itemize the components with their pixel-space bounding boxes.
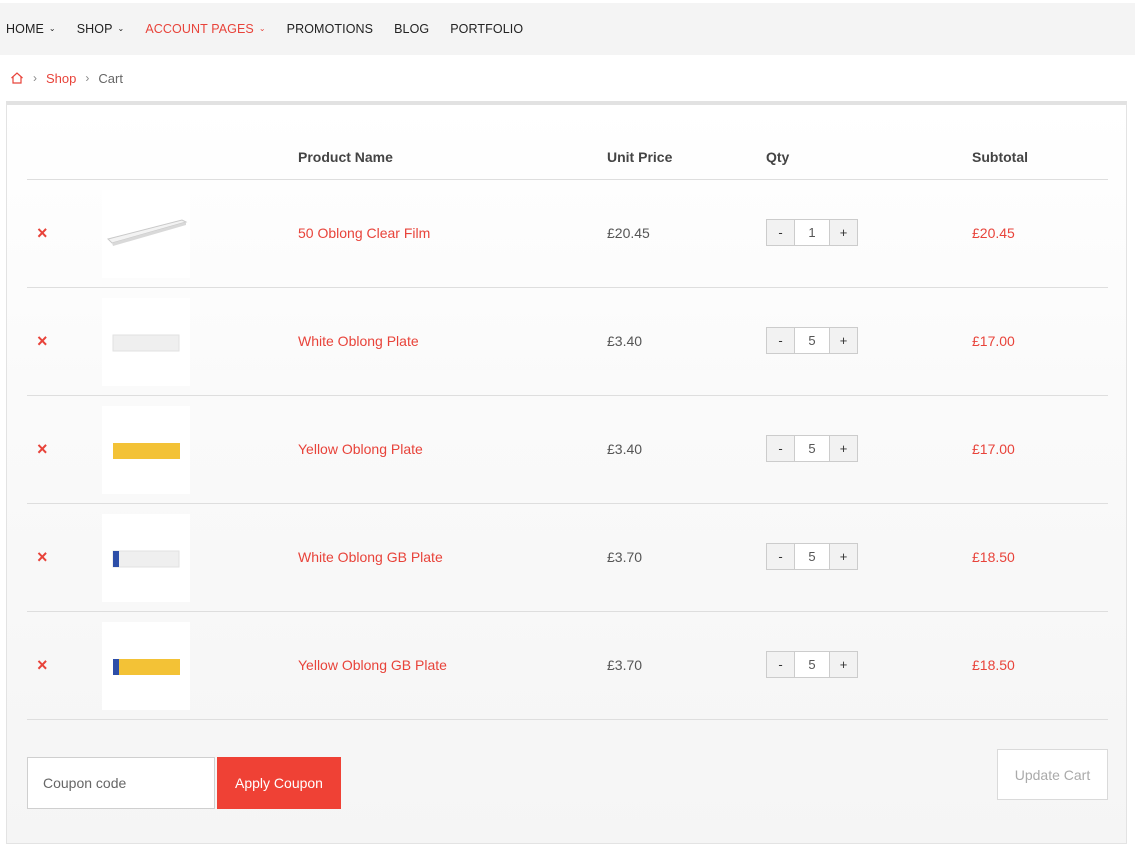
breadcrumb-separator: › (85, 71, 90, 85)
qty-decrease-button[interactable]: - (766, 327, 795, 354)
nav-blog[interactable]: BLOG (394, 22, 429, 36)
table-row: × Yellow Oblong GB Plate £3.70 - 5 + £18… (27, 612, 1108, 720)
table-row: × Yellow Oblong Plate £3.40 - 5 + £17.00 (27, 396, 1108, 504)
unit-price: £3.70 (607, 549, 643, 565)
qty-increase-button[interactable]: + (829, 219, 858, 246)
qty-input[interactable]: 5 (795, 327, 829, 354)
product-name-link[interactable]: White Oblong GB Plate (298, 549, 443, 565)
product-name-link[interactable]: 50 Oblong Clear Film (298, 225, 430, 241)
nav-portfolio-label: PORTFOLIO (450, 22, 524, 36)
product-thumbnail[interactable] (102, 622, 190, 710)
product-thumbnail[interactable] (102, 298, 190, 386)
table-row: × White Oblong GB Plate £3.70 - 5 + £18.… (27, 504, 1108, 612)
remove-item-icon[interactable]: × (37, 440, 48, 458)
product-name-link[interactable]: Yellow Oblong GB Plate (298, 657, 447, 673)
row-subtotal: £20.45 (972, 225, 1015, 241)
cart-table: Product Name Unit Price Qty Subtotal × 5… (27, 105, 1108, 720)
qty-decrease-button[interactable]: - (766, 651, 795, 678)
chevron-down-icon: ⌄ (258, 23, 266, 33)
row-subtotal: £17.00 (972, 441, 1015, 457)
breadcrumb-shop-link[interactable]: Shop (46, 71, 76, 86)
remove-item-icon[interactable]: × (37, 224, 48, 242)
qty-input[interactable]: 1 (795, 219, 829, 246)
header-product-name: Product Name (298, 149, 393, 165)
quantity-stepper: - 5 + (766, 327, 858, 354)
remove-item-icon[interactable]: × (37, 548, 48, 566)
nav-shop[interactable]: SHOP ⌄ (77, 22, 125, 36)
nav-home[interactable]: HOME ⌄ (6, 22, 56, 36)
unit-price: £3.40 (607, 333, 643, 349)
nav-promotions-label: PROMOTIONS (286, 22, 374, 36)
nav-shop-label: SHOP (76, 22, 113, 36)
qty-input[interactable]: 5 (795, 651, 829, 678)
breadcrumb-current: Cart (98, 70, 123, 86)
qty-increase-button[interactable]: + (829, 435, 858, 462)
coupon-code-input[interactable] (27, 757, 215, 809)
update-cart-button[interactable]: Update Cart (997, 749, 1108, 800)
qty-input[interactable]: 5 (795, 435, 829, 462)
row-subtotal: £17.00 (972, 333, 1015, 349)
top-navigation: HOME ⌄ SHOP ⌄ ACCOUNT PAGES ⌄ PROMOTIONS BL… (0, 3, 1135, 55)
unit-price: £3.70 (607, 657, 643, 673)
product-thumbnail[interactable] (102, 406, 190, 494)
remove-item-icon[interactable]: × (37, 332, 48, 350)
header-qty: Qty (766, 149, 790, 165)
qty-increase-button[interactable]: + (829, 327, 858, 354)
nav-portfolio[interactable]: PORTFOLIO (450, 22, 523, 36)
quantity-stepper: - 5 + (766, 651, 858, 678)
nav-promotions[interactable]: PROMOTIONS (287, 22, 373, 36)
quantity-stepper: - 5 + (766, 543, 858, 570)
remove-item-icon[interactable]: × (37, 656, 48, 674)
unit-price: £3.40 (607, 441, 643, 457)
product-thumbnail[interactable] (102, 190, 190, 278)
product-thumbnail[interactable] (102, 514, 190, 602)
qty-decrease-button[interactable]: - (766, 435, 795, 462)
header-subtotal: Subtotal (972, 149, 1028, 165)
row-subtotal: £18.50 (972, 657, 1015, 673)
product-name-link[interactable]: White Oblong Plate (298, 333, 419, 349)
qty-input[interactable]: 5 (795, 543, 829, 570)
row-subtotal: £18.50 (972, 549, 1015, 565)
quantity-stepper: - 1 + (766, 219, 858, 246)
unit-price: £20.45 (607, 225, 650, 241)
qty-decrease-button[interactable]: - (766, 543, 795, 570)
qty-increase-button[interactable]: + (829, 543, 858, 570)
product-name-link[interactable]: Yellow Oblong Plate (298, 441, 423, 457)
nav-account-pages[interactable]: ACCOUNT PAGES ⌄ (145, 22, 265, 36)
qty-decrease-button[interactable]: - (766, 219, 795, 246)
cart-table-header: Product Name Unit Price Qty Subtotal (27, 105, 1108, 180)
quantity-stepper: - 5 + (766, 435, 858, 462)
apply-coupon-button[interactable]: Apply Coupon (217, 757, 341, 809)
chevron-down-icon: ⌄ (48, 23, 56, 33)
nav-home-label: HOME (6, 22, 44, 36)
cart-panel: Product Name Unit Price Qty Subtotal × 5… (6, 101, 1127, 844)
header-unit-price: Unit Price (607, 149, 673, 165)
breadcrumb: › Shop › Cart (10, 68, 123, 88)
home-icon[interactable] (10, 71, 24, 85)
nav-account-pages-label: ACCOUNT PAGES (145, 22, 254, 36)
chevron-down-icon: ⌄ (117, 23, 125, 33)
breadcrumb-separator: › (33, 71, 37, 85)
table-row: × 50 Oblong Clear Film £20.45 - 1 + £20.… (27, 180, 1108, 288)
table-row: × White Oblong Plate £3.40 - 5 + £17.00 (27, 288, 1108, 396)
nav-blog-label: BLOG (394, 22, 430, 36)
qty-increase-button[interactable]: + (829, 651, 858, 678)
